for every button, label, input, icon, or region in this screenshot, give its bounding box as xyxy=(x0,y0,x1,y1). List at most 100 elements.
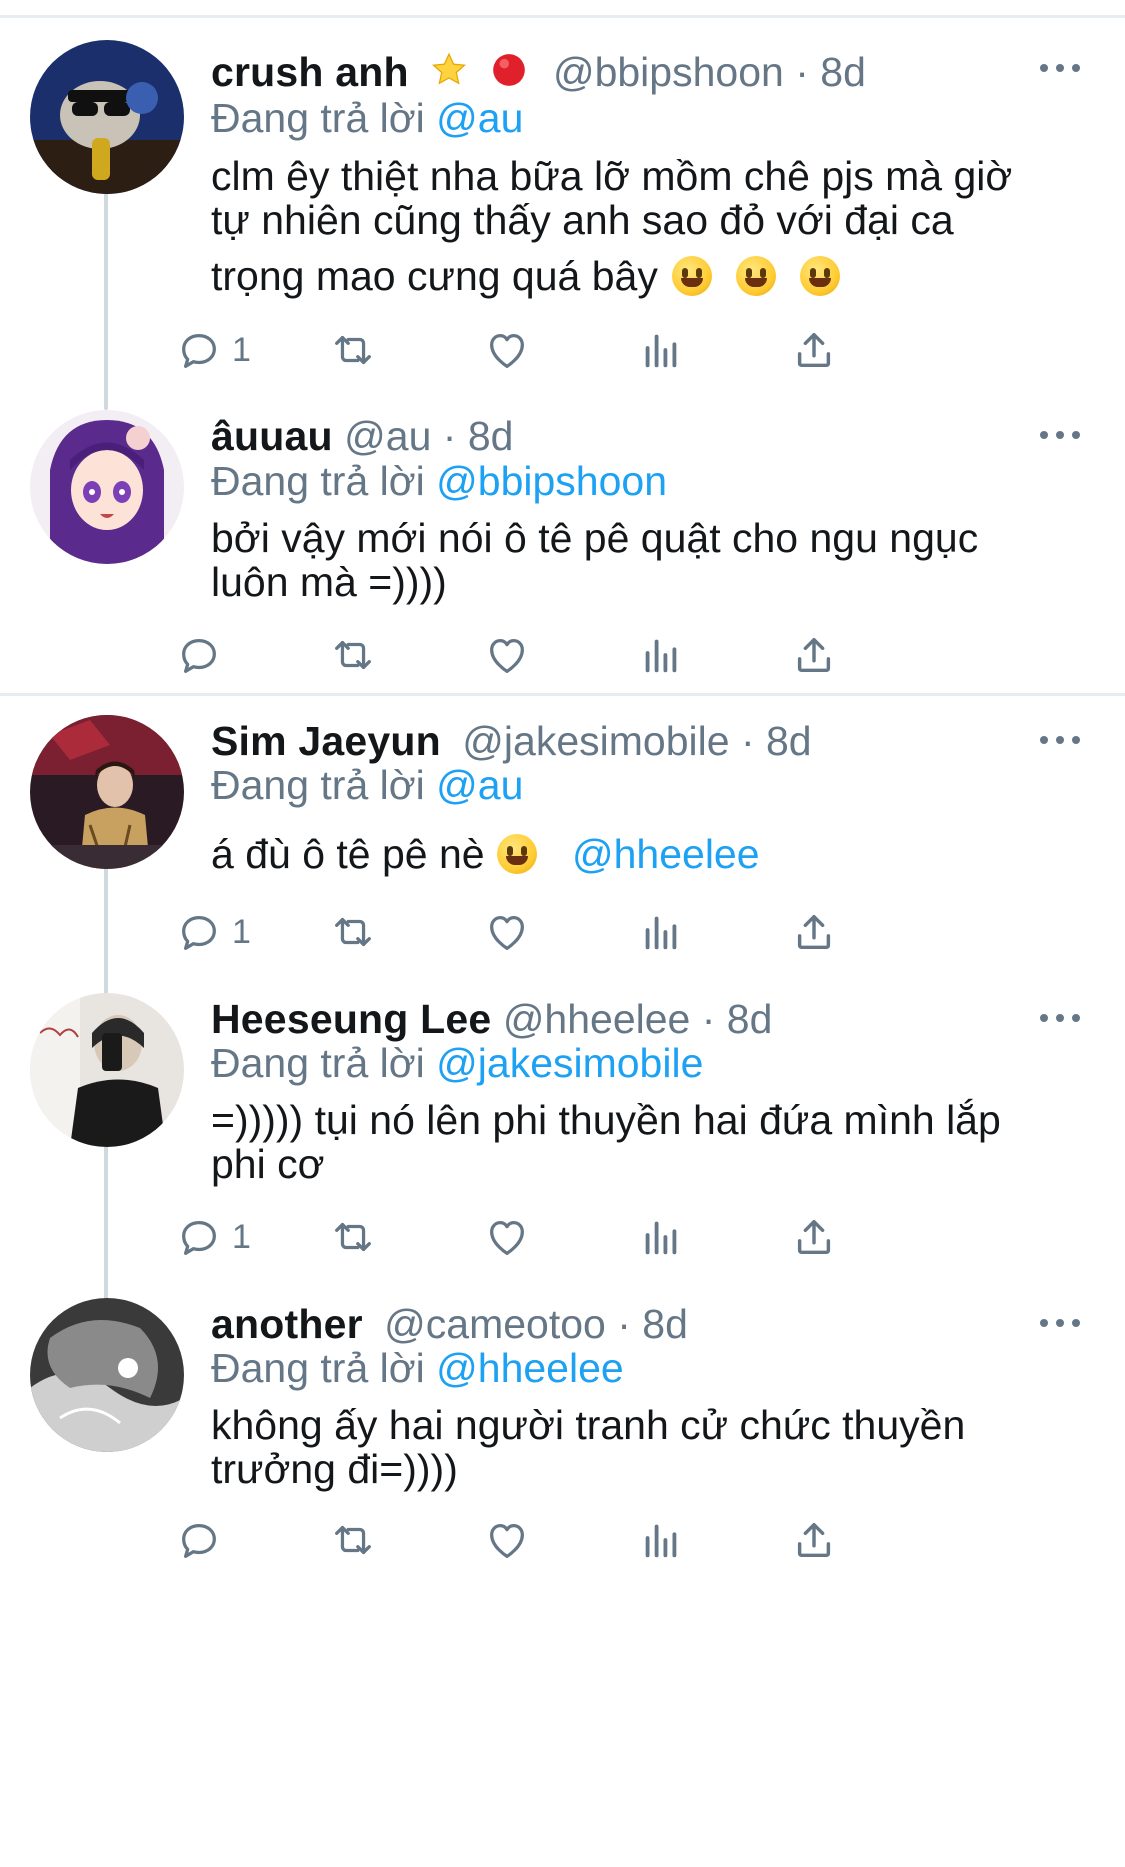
thread-line xyxy=(104,1128,108,1300)
retweet-button[interactable] xyxy=(330,907,376,957)
reply-mention[interactable]: @hheelee xyxy=(436,1345,624,1391)
more-icon[interactable] xyxy=(1040,428,1080,442)
timestamp[interactable]: · 8d xyxy=(795,49,866,95)
timestamp[interactable]: · 8d xyxy=(741,718,812,764)
heart-icon xyxy=(490,1523,524,1558)
reply-count: 1 xyxy=(232,1217,251,1256)
display-name[interactable]: Heeseung Lee xyxy=(211,996,491,1042)
tweet-actions: 1 xyxy=(182,907,1041,957)
avatar[interactable] xyxy=(30,1298,184,1452)
share-icon xyxy=(797,914,831,950)
timestamp[interactable]: · 8d xyxy=(702,996,773,1042)
share-icon xyxy=(797,1522,831,1558)
views-icon xyxy=(645,1221,677,1255)
tweet-text: á đù ô tê pê nè @hheelee xyxy=(211,828,1091,880)
replying-to: Đang trả lời @au xyxy=(211,92,523,144)
top-divider xyxy=(0,15,1125,18)
grinning-face-emoji xyxy=(735,256,776,296)
reply-mention[interactable]: @au xyxy=(436,95,523,141)
avatar[interactable] xyxy=(30,40,184,194)
tweet-line: trọng mao cưng quá bây xyxy=(211,253,658,299)
retweet-icon xyxy=(335,1222,371,1252)
retweet-button[interactable] xyxy=(330,1515,376,1565)
views-button[interactable] xyxy=(638,1212,684,1262)
avatar[interactable] xyxy=(30,410,184,564)
replying-to-label: Đang trả lời xyxy=(211,762,425,808)
reply-button[interactable] xyxy=(176,1515,232,1565)
reply-icon xyxy=(182,333,216,368)
views-button[interactable] xyxy=(638,1515,684,1565)
thread-line xyxy=(104,850,108,995)
display-name[interactable]: crush anh xyxy=(211,49,409,95)
like-button[interactable] xyxy=(484,325,530,375)
display-name[interactable]: Sim Jaeyun xyxy=(211,718,441,764)
tweet-line: á đù ô tê pê nè xyxy=(211,831,485,877)
inline-mention[interactable]: @hheelee xyxy=(572,831,760,877)
reply-count: 1 xyxy=(232,330,251,369)
views-icon xyxy=(645,916,677,950)
reply-mention[interactable]: @bbipshoon xyxy=(436,458,667,504)
views-button[interactable] xyxy=(638,907,684,957)
reply-icon xyxy=(182,1523,216,1558)
like-button[interactable] xyxy=(484,907,530,957)
tweet-actions: 1 xyxy=(182,325,1041,375)
heart-icon xyxy=(490,915,524,950)
user-handle[interactable]: @hheelee xyxy=(503,996,691,1042)
views-icon xyxy=(645,1524,677,1558)
more-icon[interactable] xyxy=(1040,1011,1080,1025)
tweet-text: bởi vậy mới nói ô tê pê quật cho ngu ngụ… xyxy=(211,512,1091,608)
tweet-text: clm êy thiệt nha bữa lỡ mồm chê pjs mà g… xyxy=(211,150,1091,302)
reply-button[interactable]: 1 xyxy=(176,907,251,957)
share-button[interactable] xyxy=(791,907,837,957)
replying-to-label: Đang trả lời xyxy=(211,95,425,141)
reply-icon xyxy=(182,1220,216,1255)
retweet-button[interactable] xyxy=(330,325,376,375)
retweet-button[interactable] xyxy=(330,630,376,680)
avatar[interactable] xyxy=(30,715,184,869)
retweet-icon xyxy=(335,917,371,947)
tweet-line: =))))) tụi nó lên phi thuyền hai đứa mìn… xyxy=(211,1097,1001,1143)
heart-icon xyxy=(490,333,524,368)
more-icon[interactable] xyxy=(1040,61,1080,75)
share-button[interactable] xyxy=(791,1515,837,1565)
tweet-text: =))))) tụi nó lên phi thuyền hai đứa mìn… xyxy=(211,1094,1091,1190)
avatar[interactable] xyxy=(30,993,184,1147)
retweet-button[interactable] xyxy=(330,1212,376,1262)
reply-mention[interactable]: @au xyxy=(436,762,523,808)
user-handle[interactable]: @cameotoo xyxy=(384,1301,606,1347)
reply-button[interactable]: 1 xyxy=(176,325,251,375)
more-icon[interactable] xyxy=(1040,1316,1080,1330)
section-divider xyxy=(0,693,1125,696)
more-icon[interactable] xyxy=(1040,733,1080,747)
display-name[interactable]: âuuau xyxy=(211,413,333,459)
timestamp[interactable]: · 8d xyxy=(617,1301,688,1347)
views-button[interactable] xyxy=(638,325,684,375)
like-button[interactable] xyxy=(484,630,530,680)
heart-icon xyxy=(490,638,524,673)
reply-button[interactable] xyxy=(176,630,232,680)
like-button[interactable] xyxy=(484,1515,530,1565)
replying-to: Đang trả lời @au xyxy=(211,759,523,811)
replying-to: Đang trả lời @jakesimobile xyxy=(211,1037,703,1089)
reply-button[interactable]: 1 xyxy=(176,1212,251,1262)
views-button[interactable] xyxy=(638,630,684,680)
replying-to-label: Đang trả lời xyxy=(211,1345,425,1391)
user-handle[interactable]: @jakesimobile xyxy=(462,718,729,764)
tweet-actions: 1 xyxy=(182,1212,1041,1262)
heart-icon xyxy=(490,1220,524,1255)
share-button[interactable] xyxy=(791,325,837,375)
retweet-icon xyxy=(335,1525,371,1555)
share-button[interactable] xyxy=(791,1212,837,1262)
tweet-actions xyxy=(182,630,1041,680)
retweet-icon xyxy=(335,640,371,670)
share-icon xyxy=(797,637,831,673)
user-handle[interactable]: @bbipshoon xyxy=(553,49,784,95)
share-button[interactable] xyxy=(791,630,837,680)
share-icon xyxy=(797,332,831,368)
user-handle[interactable]: @au xyxy=(344,413,431,459)
reply-mention[interactable]: @jakesimobile xyxy=(436,1040,703,1086)
reply-icon xyxy=(182,638,216,673)
like-button[interactable] xyxy=(484,1212,530,1262)
display-name[interactable]: another xyxy=(211,1301,363,1347)
timestamp[interactable]: · 8d xyxy=(443,413,514,459)
